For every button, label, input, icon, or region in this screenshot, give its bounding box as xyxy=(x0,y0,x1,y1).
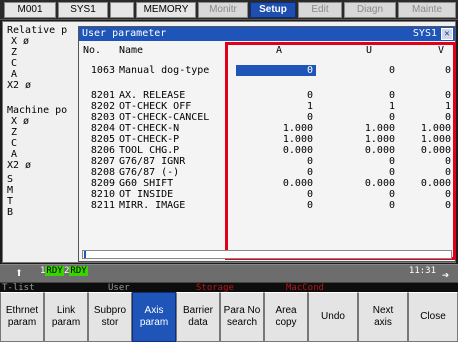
input-field[interactable] xyxy=(82,250,452,259)
param-number: 8201 xyxy=(90,90,115,101)
clock: 11:31 xyxy=(408,266,436,276)
dialog-title: User parameter xyxy=(82,28,167,39)
param-number: 8203 xyxy=(90,112,115,123)
bg-label: X2 ø xyxy=(7,160,32,171)
param-number: 8205 xyxy=(90,134,115,145)
softkey-barrier-data[interactable]: Barrier data xyxy=(176,292,220,342)
softkey-para-no-search[interactable]: Para No search xyxy=(220,292,264,342)
top-tab-bar: M001 SYS1 MEMORY Monitr Setup Edit Diagn… xyxy=(0,0,458,20)
tab-sys1[interactable]: SYS1 xyxy=(58,2,108,18)
tab-m001[interactable]: M001 xyxy=(4,2,56,18)
bg-label: Z xyxy=(11,127,18,138)
bg-label: A xyxy=(11,69,18,80)
bg-label: M xyxy=(7,185,14,196)
bg-label: X ø xyxy=(11,36,30,47)
input-caret xyxy=(84,251,86,258)
param-number: 8204 xyxy=(90,123,115,134)
bg-label: C xyxy=(11,138,18,149)
bg-label: B xyxy=(7,207,14,218)
arrow-right-icon[interactable]: ➔ xyxy=(442,268,456,282)
param-number: 8206 xyxy=(90,145,115,156)
softkey-bar: Ethrnet param Link param Subpro stor Axis pa… xyxy=(0,292,458,342)
softkey-axis-param[interactable]: Axis param xyxy=(132,292,176,342)
bg-label: S xyxy=(7,174,14,185)
dialog-title-bar: User parameter SYS1 ✕ xyxy=(79,27,455,41)
bg-label: Machine po xyxy=(7,105,68,116)
param-number: 8209 xyxy=(90,178,115,189)
status-ready-2: 2RDY xyxy=(64,266,88,276)
param-number: 8210 xyxy=(90,189,115,200)
softkey-ethernet-param[interactable]: Ethrnet param xyxy=(0,292,44,342)
tab-blank[interactable] xyxy=(110,2,134,18)
param-number: 1063 xyxy=(90,65,115,76)
param-number: 8207 xyxy=(90,156,115,167)
softkey-area-copy[interactable]: Area copy xyxy=(264,292,308,342)
softkey-close[interactable]: Close xyxy=(408,292,458,342)
tab-diagn[interactable]: Diagn xyxy=(344,2,396,18)
home-icon[interactable]: ⬆ xyxy=(12,267,26,281)
ready-text: RDY xyxy=(69,266,88,276)
close-icon[interactable]: ✕ xyxy=(441,28,453,40)
ready-text: RDY xyxy=(45,266,64,276)
tab-monitor[interactable]: Monitr xyxy=(198,2,248,18)
bg-label: Relative p xyxy=(7,25,68,36)
bg-label: C xyxy=(11,58,18,69)
bg-label: Z xyxy=(11,47,18,58)
tab-edit[interactable]: Edit xyxy=(298,2,342,18)
column-header-no: No. xyxy=(83,45,102,56)
param-number: 8211 xyxy=(90,200,115,211)
tab-setup[interactable]: Setup xyxy=(250,2,296,18)
param-number: 8202 xyxy=(90,101,115,112)
tab-mainte[interactable]: Mainte xyxy=(398,2,456,18)
bg-label: X2 ø xyxy=(7,80,32,91)
dialog-system-label: SYS1 xyxy=(412,28,437,39)
softkey-undo[interactable]: Undo xyxy=(308,292,358,342)
softkey-subpro-stor[interactable]: Subpro stor xyxy=(88,292,132,342)
bg-label: X ø xyxy=(11,116,30,127)
param-number: 8208 xyxy=(90,167,115,178)
status-ready-1: 1RDY xyxy=(40,266,64,276)
bg-label: T xyxy=(7,196,14,207)
menu-category-row: T-list User Storage MacCond xyxy=(0,282,458,293)
softkey-next-axis[interactable]: Next axis xyxy=(358,292,408,342)
tab-memory[interactable]: MEMORY xyxy=(136,2,196,18)
bg-label: A xyxy=(11,149,18,160)
highlight-box xyxy=(225,42,456,260)
softkey-link-param[interactable]: Link param xyxy=(44,292,88,342)
